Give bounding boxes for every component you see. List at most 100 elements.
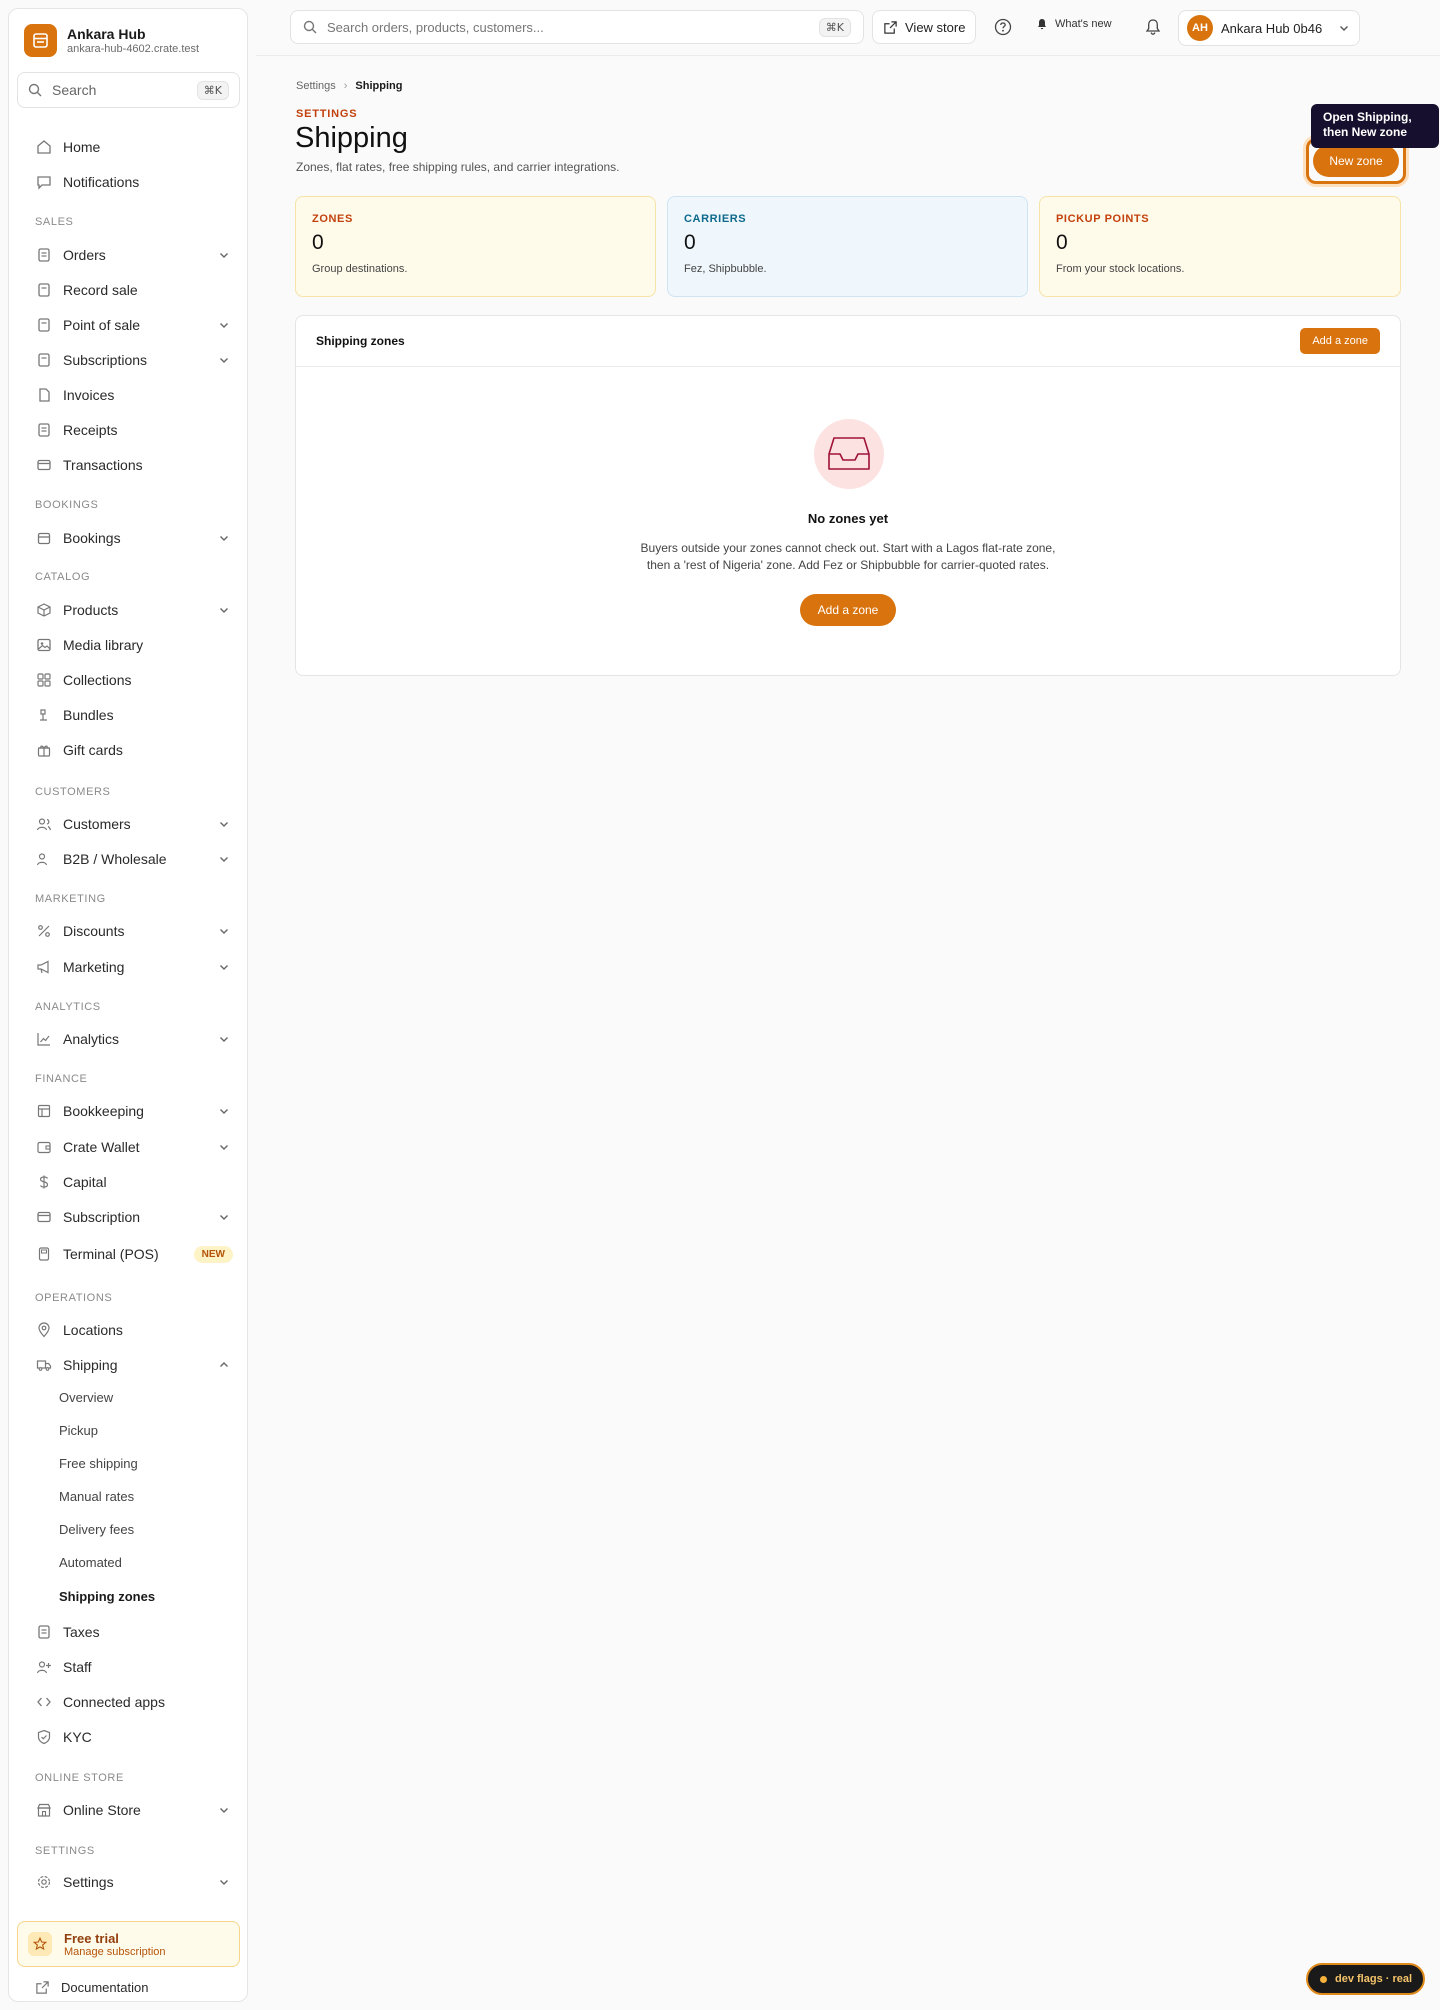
status-dot-icon [1320,1975,1327,1983]
sidebar-item-receipts[interactable]: Receipts [25,416,237,444]
sidebar-item-shipping[interactable]: Shipping [25,1351,237,1379]
stat-value: 0 [684,231,696,254]
sidebar-item-online-store[interactable]: Online Store [25,1796,237,1824]
sidebar-item-connected-apps[interactable]: Connected apps [25,1688,237,1716]
sidebar-item-products[interactable]: Products [25,596,237,624]
external-link-icon [884,20,897,34]
receipt-icon [35,281,53,299]
receipt-icon [35,1623,53,1641]
brand[interactable]: Ankara Hub ankara-hub-4602.crate.test [24,24,199,57]
section-label-online-store: ONLINE STORE [35,1772,124,1784]
sidebar-item-customers[interactable]: Customers [25,810,237,838]
sidebar-item-b2b-wholesale[interactable]: B2B / Wholesale [25,845,237,873]
shortcut-badge: ⌘K [818,17,851,37]
sidebar-item-label: Documentation [61,1979,149,1995]
stat-card-carriers: CARRIERS 0 Fez, Shipbubble. [667,196,1028,297]
shipping-sub-delivery-fees[interactable]: Delivery fees [59,1522,134,1537]
add-zone-empty-button[interactable]: Add a zone [800,594,896,626]
terminal-device-icon [35,1245,53,1263]
guide-tooltip: Open Shipping, then New zone [1311,104,1439,148]
empty-state-line: Buyers outside your zones cannot check o… [640,541,1056,555]
sidebar-item-label: Home [63,139,101,155]
global-search-input[interactable]: Search orders, products, customers... ⌘K [290,10,864,44]
account-menu[interactable]: AH Ankara Hub 0b46 [1178,10,1360,46]
sidebar-item-subscriptions[interactable]: Subscriptions [25,346,237,374]
breadcrumb-settings-link[interactable]: Settings [296,80,336,92]
shipping-sub-shipping-zones[interactable]: Shipping zones [59,1589,155,1604]
megaphone-icon [35,958,53,976]
sidebar-item-staff[interactable]: Staff [25,1653,237,1681]
sidebar-item-home[interactable]: Home [25,133,237,161]
shipping-sub-automated[interactable]: Automated [59,1555,122,1570]
sidebar-item-discounts[interactable]: Discounts [25,917,237,945]
chevron-down-icon [220,358,228,363]
shield-check-icon [35,1728,53,1746]
add-zone-header-button[interactable]: Add a zone [1300,328,1380,354]
home-icon [35,138,53,156]
sidebar-item-settings[interactable]: Settings [25,1868,237,1896]
sidebar-item-invoices[interactable]: Invoices [25,381,237,409]
sidebar-item-terminal-pos[interactable]: Terminal (POS) NEW [25,1240,237,1268]
sidebar-item-marketing[interactable]: Marketing [25,953,237,981]
chevron-down-icon [220,965,228,970]
stat-value: 0 [312,231,324,254]
sidebar-item-bundles[interactable]: Bundles [25,701,237,729]
sidebar-item-subscription[interactable]: Subscription [25,1203,237,1231]
sidebar-item-documentation[interactable]: Documentation [23,1973,235,2001]
shipping-sub-pickup[interactable]: Pickup [59,1423,98,1438]
chevron-down-icon [220,1145,228,1150]
shipping-zones-title: Shipping zones [316,334,405,348]
sidebar-item-point-of-sale[interactable]: Point of sale [25,311,237,339]
sidebar-item-label: Bookkeeping [63,1103,144,1119]
shipping-sub-manual-rates[interactable]: Manual rates [59,1489,134,1504]
sidebar-item-record-sale[interactable]: Record sale [25,276,237,304]
sidebar-item-label: Bundles [63,707,114,723]
notifications-bell-icon[interactable] [1142,16,1164,38]
document-icon [35,386,53,404]
bell-filled-icon [1038,19,1046,30]
help-icon[interactable] [992,16,1014,38]
chevron-down-icon [220,1808,228,1813]
sidebar-item-taxes[interactable]: Taxes [25,1618,237,1646]
chevron-down-icon [220,1037,228,1042]
sidebar-item-label: Receipts [63,422,118,438]
sidebar-search[interactable]: Search ⌘K [17,72,240,108]
new-zone-button[interactable]: New zone [1313,145,1399,177]
sidebar-item-media-library[interactable]: Media library [25,631,237,659]
sidebar-item-label: Taxes [63,1624,100,1640]
view-store-button[interactable]: View store [872,10,977,44]
chevron-up-icon [220,1362,228,1367]
sidebar-item-analytics[interactable]: Analytics [25,1025,237,1053]
sidebar-item-orders[interactable]: Orders [25,241,237,269]
dev-flags-pill[interactable]: dev flags · real [1306,1963,1425,1995]
account-name: Ankara Hub 0b46 [1221,20,1323,36]
page-eyebrow: SETTINGS [296,108,358,120]
sidebar-item-bookkeeping[interactable]: Bookkeeping [25,1097,237,1125]
sidebar-item-capital[interactable]: Capital [25,1168,237,1196]
section-label-catalog: CATALOG [35,571,91,583]
free-trial-card[interactable]: Free trial Manage subscription [17,1921,240,1967]
sidebar-item-crate-wallet[interactable]: Crate Wallet [25,1133,237,1161]
sidebar-item-transactions[interactable]: Transactions [25,451,237,479]
chevron-down-icon [220,608,228,613]
avatar: AH [1187,15,1213,41]
whats-new-button[interactable]: What's new [1036,18,1112,30]
sidebar-item-gift-cards[interactable]: Gift cards [25,736,237,764]
brand-name: Ankara Hub [67,25,146,42]
sidebar-item-kyc[interactable]: KYC [25,1723,237,1751]
section-label-customers: CUSTOMERS [35,786,111,798]
sidebar-item-notifications[interactable]: Notifications [25,168,237,196]
manage-subscription-link[interactable]: Manage subscription [64,1946,166,1958]
chevron-down-icon [220,929,228,934]
chevron-right-icon: › [343,80,348,92]
chevron-down-icon [220,822,228,827]
sidebar-item-collections[interactable]: Collections [25,666,237,694]
shipping-sub-overview[interactable]: Overview [59,1390,113,1405]
shipping-sub-free-shipping[interactable]: Free shipping [59,1456,138,1471]
sidebar-item-locations[interactable]: Locations [25,1316,237,1344]
credit-card-icon [35,456,53,474]
top-bar: Search orders, products, customers... ⌘K… [256,0,1440,56]
shipping-zones-card: Shipping zones Add a zone No zones yet B… [295,315,1401,676]
sidebar-item-bookings[interactable]: Bookings [25,524,237,552]
sidebar-item-label: Notifications [63,174,140,190]
